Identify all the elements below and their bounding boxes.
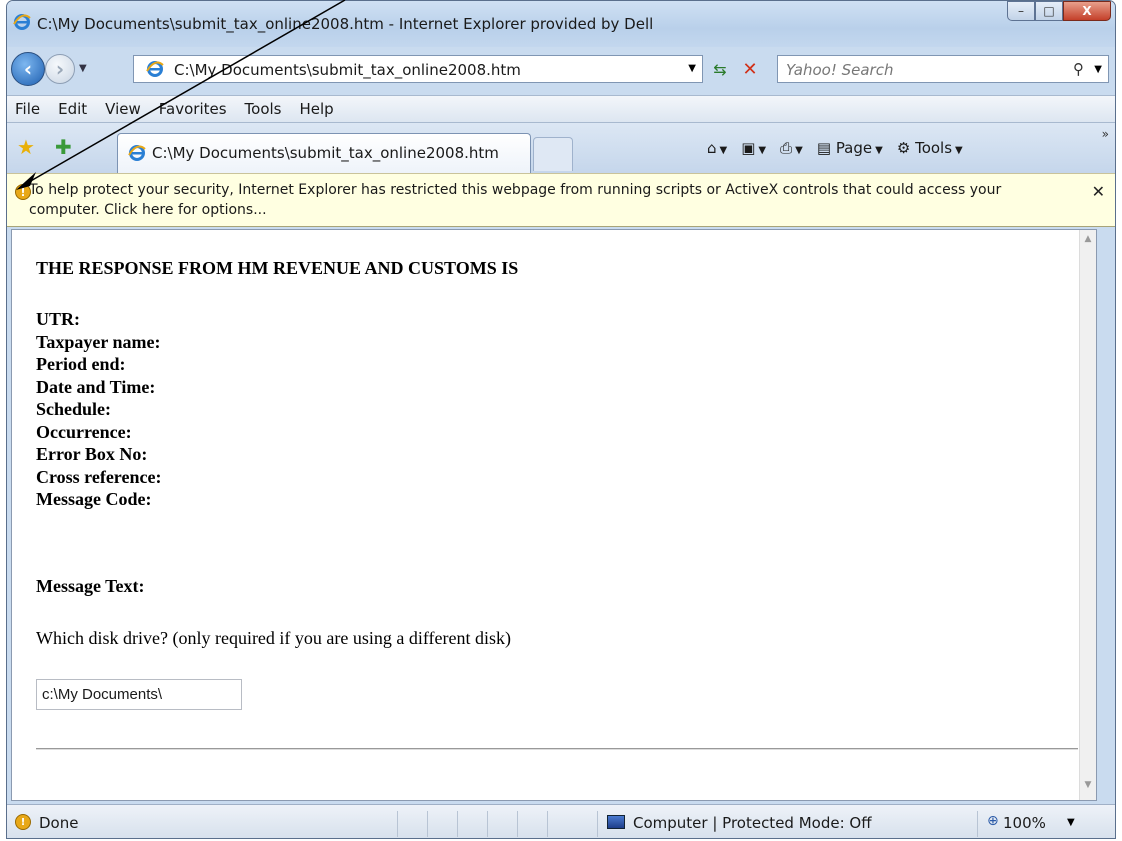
response-fields: UTR: Taxpayer name: Period end: Date and… <box>36 308 161 511</box>
minimize-button[interactable]: – <box>1007 1 1035 21</box>
recent-pages-dropdown-icon[interactable]: ▼ <box>79 63 87 74</box>
status-bar: ! Done Computer | Protected Mode: Off ⊕ … <box>7 804 1115 838</box>
field-utr: UTR: <box>36 309 80 329</box>
computer-zone-icon <box>607 815 625 829</box>
print-button[interactable]: ⎙ ▼ <box>780 139 803 157</box>
menu-tools[interactable]: Tools <box>245 100 282 118</box>
new-tab-button[interactable] <box>533 137 573 171</box>
menu-help[interactable]: Help <box>300 100 334 118</box>
field-message-text: Message Text: <box>36 576 145 596</box>
disk-question: Which disk drive? (only required if you … <box>36 628 512 648</box>
tab-title: C:\My Documents\submit_tax_online2008.ht… <box>152 144 499 162</box>
scroll-down-icon[interactable]: ▼ <box>1080 780 1096 796</box>
tools-label: Tools <box>915 139 953 157</box>
tab-current[interactable]: C:\My Documents\submit_tax_online2008.ht… <box>117 133 531 173</box>
ie-logo-icon <box>128 145 146 161</box>
content-area: THE RESPONSE FROM HM REVENUE AND CUSTOMS… <box>11 229 1097 801</box>
zoom-level[interactable]: 100% <box>1003 814 1046 832</box>
zoom-dropdown-icon[interactable]: ▼ <box>1067 817 1075 828</box>
home-dropdown-icon[interactable]: ▼ <box>720 145 728 156</box>
command-bar: ⌂ ▼ ▣ ▼ ⎙ ▼ ▤ Page ▼ ⚙ Tools ▼ <box>707 135 977 161</box>
menu-edit[interactable]: Edit <box>58 100 87 118</box>
window-title: C:\My Documents\submit_tax_online2008.ht… <box>37 15 654 33</box>
divider <box>36 748 1078 750</box>
address-dropdown-icon[interactable]: ▼ <box>688 63 696 74</box>
home-button[interactable]: ⌂ ▼ <box>707 139 727 157</box>
maximize-button[interactable]: □ <box>1035 1 1063 21</box>
field-period-end: Period end: <box>36 354 126 374</box>
page-heading: THE RESPONSE FROM HM REVENUE AND CUSTOMS… <box>36 258 519 278</box>
ie-logo-icon <box>13 14 31 30</box>
page-dropdown-icon: ▼ <box>875 145 883 156</box>
field-schedule: Schedule: <box>36 399 112 419</box>
gear-icon: ⚙ <box>896 139 911 157</box>
status-divider <box>427 811 428 837</box>
information-bar-text[interactable]: To help protect your security, Internet … <box>29 180 1074 220</box>
favorites-star-icon[interactable]: ★ <box>17 135 35 159</box>
status-divider <box>977 811 978 837</box>
menu-view[interactable]: View <box>105 100 141 118</box>
address-bar[interactable]: C:\My Documents\submit_tax_online2008.ht… <box>133 55 703 83</box>
stop-icon[interactable]: ✕ <box>737 57 763 81</box>
tab-row: ★ ✚ C:\My Documents\submit_tax_online200… <box>7 123 1115 173</box>
tools-menu[interactable]: ⚙ Tools ▼ <box>897 139 963 157</box>
title-bar: C:\My Documents\submit_tax_online2008.ht… <box>7 1 1115 47</box>
field-message-code: Message Code: <box>36 489 152 509</box>
search-icon[interactable]: ⚲ <box>1073 60 1084 78</box>
status-divider <box>547 811 548 837</box>
security-warning-icon: ! <box>15 814 31 830</box>
refresh-icon[interactable]: ⇆ <box>707 57 733 81</box>
field-cross-reference: Cross reference: <box>36 466 162 487</box>
chevron-more-icon[interactable]: » <box>1102 127 1109 141</box>
security-zone-text[interactable]: Computer | Protected Mode: Off <box>633 814 872 832</box>
disk-drive-input[interactable]: c:\My Documents\ <box>36 679 242 710</box>
scroll-up-icon[interactable]: ▲ <box>1080 234 1096 250</box>
status-text: Done <box>39 814 79 832</box>
forward-button[interactable]: › <box>45 54 75 84</box>
close-icon[interactable]: ✕ <box>1092 182 1105 201</box>
close-button[interactable]: X <box>1063 1 1111 21</box>
window-controls: – □ X <box>1007 1 1111 23</box>
field-occurrence: Occurrence: <box>36 421 132 442</box>
add-favorites-icon[interactable]: ✚ <box>55 135 72 159</box>
page-menu[interactable]: ▤ Page ▼ <box>817 139 883 157</box>
vertical-scrollbar[interactable]: ▲ ▼ <box>1079 230 1096 800</box>
page-label: Page <box>835 139 873 157</box>
tools-dropdown-icon: ▼ <box>955 145 963 156</box>
zoom-icon[interactable]: ⊕ <box>987 813 999 829</box>
feeds-dropdown-icon[interactable]: ▼ <box>758 145 766 156</box>
menu-favorites[interactable]: Favorites <box>159 100 227 118</box>
status-divider <box>517 811 518 837</box>
print-dropdown-icon[interactable]: ▼ <box>795 145 803 156</box>
search-input[interactable]: Yahoo! Search <box>786 61 893 79</box>
status-divider <box>397 811 398 837</box>
back-button[interactable]: ‹ <box>11 52 45 86</box>
address-url[interactable]: C:\My Documents\submit_tax_online2008.ht… <box>174 61 521 79</box>
search-box[interactable]: Yahoo! Search ⚲ ▼ <box>777 55 1109 83</box>
address-row: ‹ › ▼ C:\My Documents\submit_tax_online2… <box>7 47 1115 95</box>
field-error-box-no: Error Box No: <box>36 444 148 464</box>
information-bar[interactable]: ! To help protect your security, Interne… <box>7 173 1115 227</box>
ie-logo-icon <box>146 61 164 77</box>
feeds-button[interactable]: ▣ ▼ <box>741 139 766 157</box>
field-taxpayer-name: Taxpayer name: <box>36 331 161 352</box>
field-date-time: Date and Time: <box>36 376 156 397</box>
status-divider <box>487 811 488 837</box>
status-divider <box>597 811 598 837</box>
search-dropdown-icon[interactable]: ▼ <box>1094 64 1102 75</box>
page-icon: ▤ <box>816 139 832 157</box>
status-divider <box>457 811 458 837</box>
menu-file[interactable]: File <box>15 100 40 118</box>
browser-window: C:\My Documents\submit_tax_online2008.ht… <box>6 0 1116 839</box>
menu-bar: File Edit View Favorites Tools Help <box>7 95 1115 123</box>
